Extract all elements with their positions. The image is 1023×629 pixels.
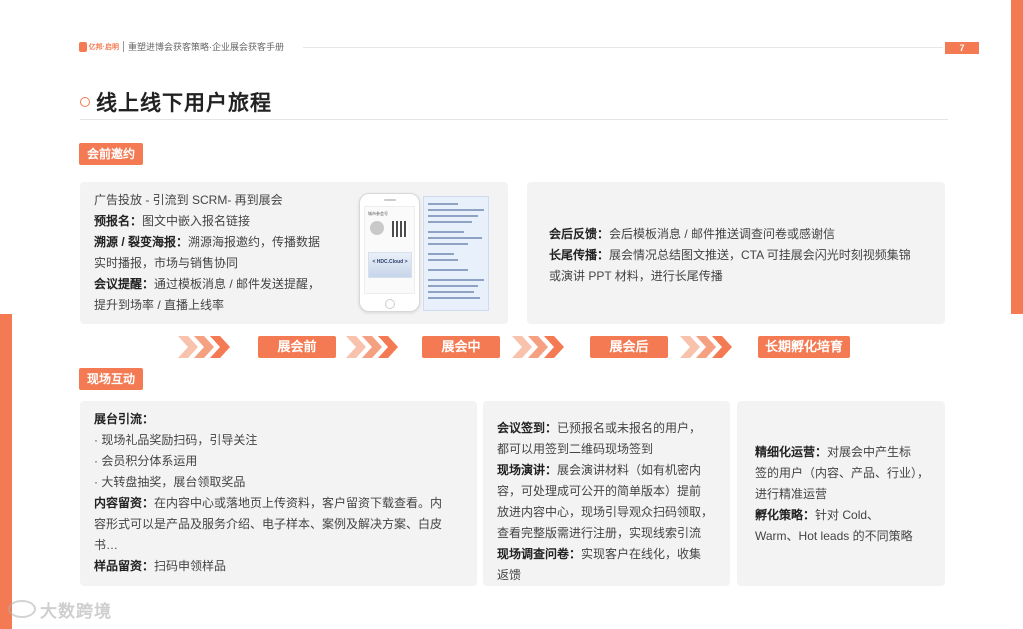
meeting-speech-cont3: 查看完整版需进行注册，实现线索引流 [497, 526, 702, 540]
logo-icon [79, 41, 87, 52]
nurture-ops: 精细化运营：对展会中产生标 [755, 445, 912, 459]
logo-text: 亿邦·启明 [88, 43, 119, 51]
watermark: 大数跨境 [8, 597, 112, 621]
meeting-speech-cont2: 放进内容中心，现场引导观众扫码领取， [497, 505, 714, 519]
stage-after: 展会后 [590, 336, 668, 358]
post-line-longtail-cont: 或演讲 PPT 材料，进行长尾传播 [549, 269, 723, 283]
pre-line-reminder: 会议提醒：通过模板消息 / 邮件发送提醒， [94, 277, 321, 291]
phone-banner-text: < HDC.Cloud > [372, 259, 408, 265]
brand-logo: 亿邦·启明 [79, 40, 119, 53]
header-divider [123, 41, 124, 52]
meeting-speech-cont1: 容，可处理成可公开的简单版本）提前 [497, 484, 702, 498]
avatar [370, 221, 384, 235]
card-post-event: 会后反馈：会后模板消息 / 邮件推送调查问卷或感谢信 长尾传播：展会情况总结图文… [527, 182, 945, 324]
meeting-survey: 现场调查问卷：实现客户在线化，收集 [497, 547, 702, 561]
pre-line-reminder-cont: 提升到场率 / 直播上线率 [94, 298, 225, 312]
card-meeting: 会议签到：已预报名或未报名的用户， 都可以用签到二维码现场签到 现场演讲：展会演… [483, 401, 730, 586]
stage-before: 展会前 [258, 336, 336, 358]
booth-content-cont2: 书… [94, 538, 119, 552]
card-booth: 展台引流： · 现场礼品奖励扫码，引导关注 · 会员积分体系运用 · 大转盘抽奖… [80, 401, 477, 586]
booth-heading: 展台引流： [94, 412, 155, 426]
watermark-logo-icon [8, 600, 36, 618]
page-title: 线上线下用户旅程 [96, 92, 272, 115]
chevron-arrows-icon [346, 336, 398, 358]
chevron-arrows-icon [178, 336, 230, 358]
booth-sample: 样品留资：扫码申领样品 [94, 559, 227, 573]
meeting-checkin: 会议签到：已预报名或未报名的用户， [497, 421, 702, 435]
meeting-speech: 现场演讲：展会演讲材料（如有机密内 [497, 463, 702, 477]
stage-long-term: 长期孵化培育 [758, 336, 850, 358]
qr-code-icon [392, 221, 408, 237]
booth-item-points: · 会员积分体系运用 [94, 454, 198, 468]
meeting-survey-cont: 返馈 [497, 568, 522, 582]
pre-line-registration: 预报名：图文中嵌入报名链接 [94, 214, 251, 228]
phone-banner: < HDC.Cloud > [368, 252, 412, 278]
section-heading: 线上线下用户旅程 [80, 89, 272, 115]
nurture-ops-cont1: 签的用户（内容、产品、行业）， [755, 466, 930, 480]
booth-content: 内容留资：在内容中心或落地页上传资料，客户留资下载查看。内 [94, 496, 443, 510]
tag-onsite: 现场互动 [79, 368, 144, 390]
watermark-text: 大数跨境 [40, 601, 112, 621]
page-header: 亿邦·启明 重塑进博会获客策略·企业展会获客手册 7 [79, 40, 982, 54]
booth-item-wheel: · 大转盘抽奖，展台领取奖品 [94, 475, 246, 489]
stage-during: 展会中 [422, 336, 500, 358]
document-title: 重塑进博会获客策略·企业展会获客手册 [128, 42, 284, 52]
booth-item-gift: · 现场礼品奖励扫码，引导关注 [94, 433, 258, 447]
pre-line-ads: 广告投放 - 引流到 SCRM- 再到展会 [94, 193, 283, 207]
pre-line-poster-cont: 实时播报，市场与销售协同 [94, 256, 239, 270]
tag-pre-invite: 会前邀约 [79, 143, 144, 165]
circle-bullet-icon [80, 97, 90, 107]
header-rule [303, 47, 943, 48]
pre-line-poster: 溯源 / 裂变海报：溯源海报邀约，传播数据 [94, 235, 321, 249]
message-preview-image [423, 196, 489, 311]
chevron-arrows-icon [680, 336, 732, 358]
home-button-icon [385, 299, 395, 309]
phone-account-name: 城市参会号 [368, 211, 388, 216]
page-number: 7 [945, 42, 979, 54]
meeting-checkin-cont: 都可以用签到二维码现场签到 [497, 442, 654, 456]
chevron-arrows-icon [512, 336, 564, 358]
nurture-strategy-cont: Warm、Hot leads 的不同策略 [755, 529, 913, 543]
right-edge-bar [1011, 0, 1023, 314]
post-line-feedback: 会后反馈：会后模板消息 / 邮件推送调查问卷或感谢信 [549, 227, 836, 241]
nurture-ops-cont2: 进行精准运营 [755, 487, 828, 501]
left-edge-bar [0, 314, 12, 629]
booth-content-cont: 容形式可以是产品及服务介绍、电子样本、案例及解决方案、白皮 [94, 517, 443, 531]
post-line-longtail: 长尾传播：展会情况总结图文推送，CTA 可挂展会闪光时刻视频集锦 [549, 248, 911, 262]
phone-mockup-image: 城市参会号 < HDC.Cloud > [359, 193, 420, 312]
title-divider [80, 119, 948, 120]
nurture-strategy: 孵化策略：针对 Cold、 [755, 508, 880, 522]
card-nurture: 精细化运营：对展会中产生标 签的用户（内容、产品、行业）， 进行精准运营 孵化策… [737, 401, 945, 586]
